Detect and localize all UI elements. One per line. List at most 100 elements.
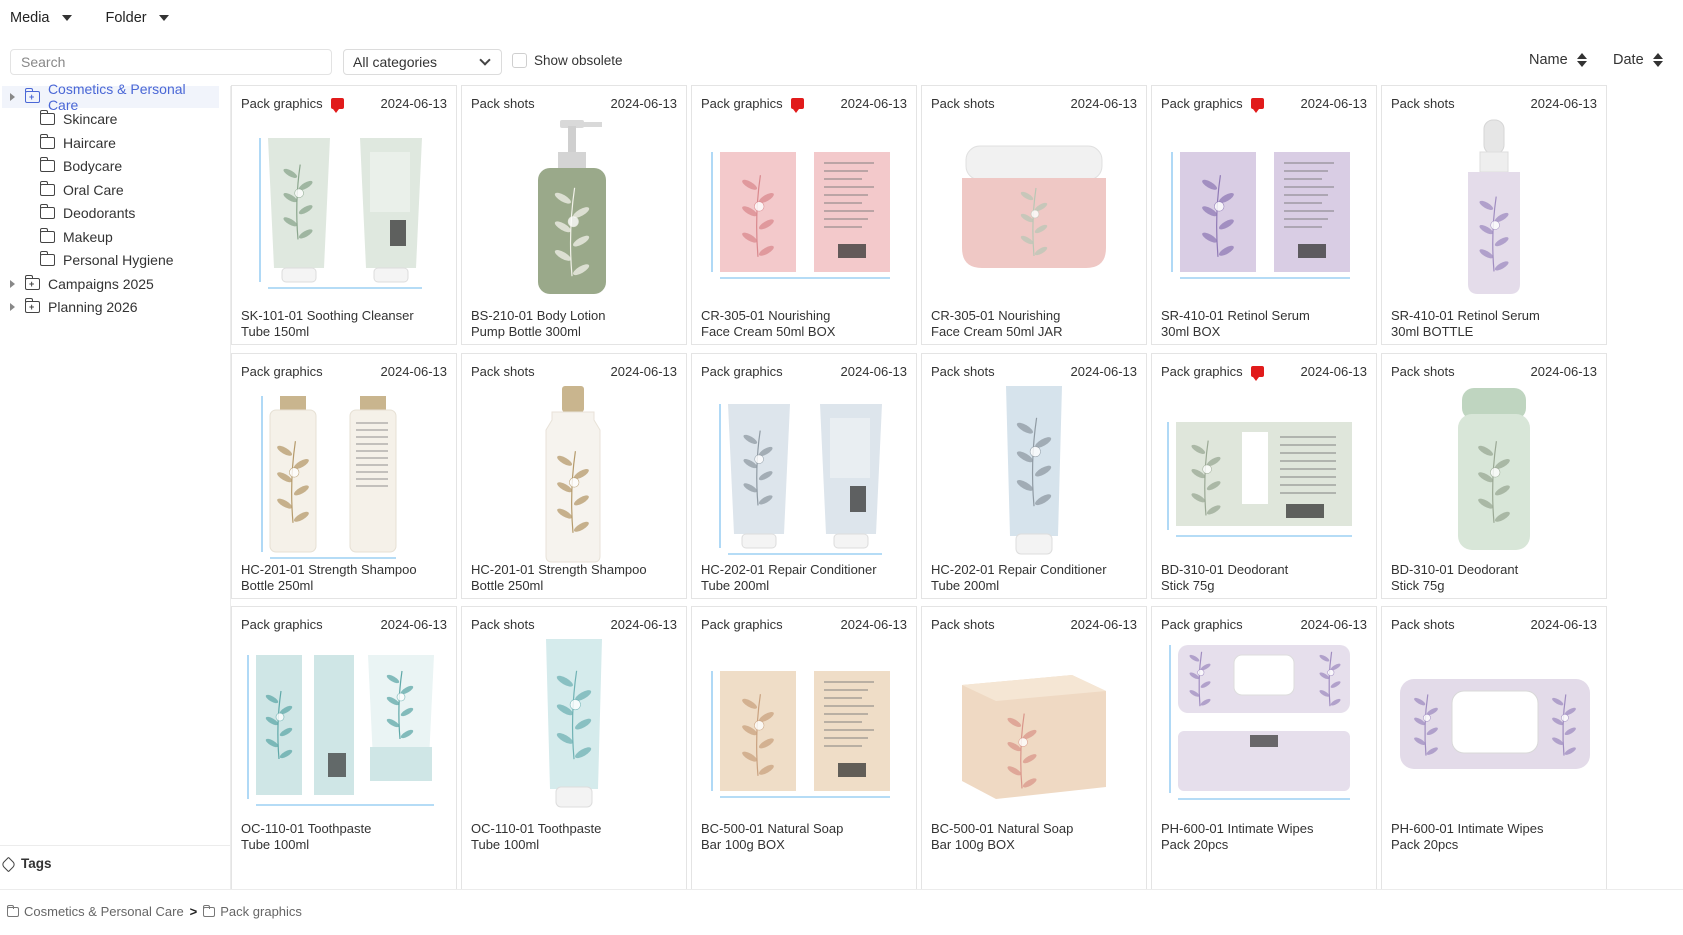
media-card[interactable]: Pack graphics 2024-06-13 SK-101-01 Soothin… bbox=[231, 85, 457, 345]
tags-section[interactable]: Tags bbox=[0, 845, 231, 889]
media-card[interactable]: Pack shots 2024-06-13 BC-500-01 Natural So… bbox=[921, 606, 1147, 889]
media-title: BD-310-01 Deodorant Stick 75g bbox=[1391, 562, 1600, 594]
media-card[interactable]: Pack shots 2024-06-13 OC-110-01 Toothpaste… bbox=[461, 606, 687, 889]
expand-arrow-icon[interactable] bbox=[10, 93, 15, 101]
media-thumbnail[interactable] bbox=[932, 635, 1136, 820]
media-thumbnail[interactable] bbox=[1162, 116, 1366, 301]
folder-group-icon: + bbox=[24, 275, 40, 290]
folder-sidebar: + Cosmetics & Personal Care Skincare Hairca… bbox=[0, 81, 231, 889]
comment-icon[interactable] bbox=[1250, 97, 1264, 113]
breadcrumb: Cosmetics & Personal Care > Pack graphic… bbox=[0, 889, 1683, 935]
product-thumbnail-image bbox=[962, 145, 1106, 268]
media-card[interactable]: Pack graphics 2024-06-13 HC-201-01 Strengt… bbox=[231, 353, 457, 599]
media-title: BC-500-01 Natural Soap Bar 100g BOX bbox=[701, 821, 910, 853]
media-title: PH-600-01 Intimate Wipes Pack 20pcs bbox=[1391, 821, 1600, 853]
expand-arrow-icon[interactable] bbox=[10, 303, 15, 311]
media-date: 2024-06-13 bbox=[380, 616, 448, 632]
sidebar-item-campaigns-2025[interactable]: + Campaigns 2025 bbox=[2, 273, 222, 295]
media-title-line: BS-210-01 Body Lotion bbox=[471, 308, 606, 323]
media-thumbnail[interactable] bbox=[242, 635, 446, 820]
media-card[interactable]: Pack shots 2024-06-13 SR-410-01 Retinol Se… bbox=[1381, 85, 1607, 345]
media-card[interactable]: Pack shots 2024-06-13 PH-600-01 Intimate W… bbox=[1381, 606, 1607, 889]
product-thumbnail-image bbox=[1169, 645, 1350, 800]
media-card[interactable]: Pack shots 2024-06-13 HC-201-01 Strength S… bbox=[461, 353, 687, 599]
media-card[interactable]: Pack graphics 2024-06-13 HC-202-01 Repair … bbox=[691, 353, 917, 599]
media-card[interactable]: Pack shots 2024-06-13 BD-310-01 Deodorant S… bbox=[1381, 353, 1607, 599]
media-date: 2024-06-13 bbox=[1530, 95, 1598, 111]
show-obsolete-checkbox[interactable] bbox=[512, 53, 527, 68]
media-thumbnail[interactable] bbox=[702, 116, 906, 301]
media-title: PH-600-01 Intimate Wipes Pack 20pcs bbox=[1161, 821, 1370, 853]
media-thumbnail[interactable] bbox=[1162, 635, 1366, 820]
media-thumbnail[interactable] bbox=[242, 382, 446, 567]
media-title-line: SK-101-01 Soothing Cleanser bbox=[241, 308, 414, 323]
sidebar-item-cosmetics-personal-care[interactable]: + Cosmetics & Personal Care bbox=[2, 81, 219, 113]
expand-arrow-icon[interactable] bbox=[10, 280, 15, 288]
sidebar-item-makeup[interactable]: Makeup bbox=[39, 226, 220, 248]
media-card[interactable]: Pack graphics 2024-06-13 BC-500-01 Natural… bbox=[691, 606, 917, 889]
media-menu-label: Media bbox=[10, 10, 50, 26]
media-subtitle-line: Bar 100g BOX bbox=[701, 837, 785, 852]
media-thumbnail[interactable] bbox=[1392, 382, 1596, 567]
search-input[interactable] bbox=[10, 49, 332, 75]
media-card[interactable]: Pack graphics 2024-06-13 PH-600-01 Intimat… bbox=[1151, 606, 1377, 889]
media-card[interactable]: Pack graphics 2024-06-13 CR-305-01 Nourish… bbox=[691, 85, 917, 345]
media-card-header: Pack graphics 2024-06-13 bbox=[1161, 95, 1367, 113]
media-card[interactable]: Pack shots 2024-06-13 CR-305-01 Nourishing… bbox=[921, 85, 1147, 345]
media-thumbnail[interactable] bbox=[472, 635, 676, 820]
sort-by-name-button[interactable]: Name bbox=[1529, 52, 1587, 68]
sidebar-item-bodycare[interactable]: Bodycare bbox=[39, 155, 220, 177]
sort-by-date-button[interactable]: Date bbox=[1613, 52, 1663, 68]
media-title: BD-310-01 Deodorant Stick 75g bbox=[1161, 562, 1370, 594]
folder-icon bbox=[39, 228, 55, 243]
folder-icon bbox=[39, 110, 55, 125]
media-thumbnail[interactable] bbox=[472, 116, 676, 301]
media-card[interactable]: Pack graphics 2024-06-13 OC-110-01 Toothpa… bbox=[231, 606, 457, 889]
folder-group-icon: + bbox=[24, 298, 40, 313]
media-card[interactable]: Pack graphics 2024-06-13 BD-310-01 Deodora… bbox=[1151, 353, 1377, 599]
folder-menu[interactable]: Folder bbox=[106, 10, 169, 26]
media-thumbnail[interactable] bbox=[702, 382, 906, 567]
media-card-header: Pack shots 2024-06-13 bbox=[1391, 616, 1597, 632]
media-category: Pack shots bbox=[931, 616, 995, 632]
media-thumbnail[interactable] bbox=[1162, 382, 1366, 567]
toolbar: All categories Show obsolete Name Date bbox=[0, 46, 1683, 78]
sidebar-item-skincare[interactable]: Skincare bbox=[39, 108, 220, 130]
media-card[interactable]: Pack shots 2024-06-13 HC-202-01 Repair Con… bbox=[921, 353, 1147, 599]
breadcrumb-item-root[interactable]: Cosmetics & Personal Care bbox=[6, 904, 184, 919]
media-date: 2024-06-13 bbox=[840, 616, 908, 632]
media-card-header: Pack graphics 2024-06-13 bbox=[241, 616, 447, 632]
product-thumbnail-image bbox=[1468, 119, 1520, 294]
media-card-header: Pack shots 2024-06-13 bbox=[1391, 363, 1597, 379]
comment-icon[interactable] bbox=[790, 97, 804, 113]
media-category: Pack shots bbox=[1391, 95, 1455, 111]
media-menu[interactable]: Media bbox=[10, 10, 72, 26]
media-thumbnail[interactable] bbox=[702, 635, 906, 820]
product-thumbnail-image bbox=[247, 655, 434, 806]
media-thumbnail[interactable] bbox=[1392, 635, 1596, 820]
media-thumbnail[interactable] bbox=[1392, 116, 1596, 301]
comment-icon[interactable] bbox=[330, 97, 344, 113]
product-thumbnail-image bbox=[1171, 152, 1350, 279]
media-card[interactable]: Pack shots 2024-06-13 BS-210-01 Body Lotio… bbox=[461, 85, 687, 345]
category-select[interactable]: All categories bbox=[343, 49, 502, 75]
media-subtitle-line: Tube 200ml bbox=[701, 578, 770, 593]
media-title: BS-210-01 Body Lotion Pump Bottle 300ml bbox=[471, 308, 680, 340]
sidebar-item-planning-2026[interactable]: + Planning 2026 bbox=[2, 296, 222, 318]
media-card-header: Pack graphics 2024-06-13 bbox=[1161, 616, 1367, 632]
breadcrumb-item-current[interactable]: Pack graphics bbox=[202, 904, 302, 919]
sidebar-item-personal-hygiene[interactable]: Personal Hygiene bbox=[39, 249, 220, 271]
sort-date-label: Date bbox=[1613, 52, 1644, 68]
media-thumbnail[interactable] bbox=[932, 382, 1136, 567]
media-card[interactable]: Pack graphics 2024-06-13 SR-410-01 Retinol… bbox=[1151, 85, 1377, 345]
comment-icon[interactable] bbox=[1250, 365, 1264, 381]
media-thumbnail[interactable] bbox=[932, 116, 1136, 301]
sidebar-item-haircare[interactable]: Haircare bbox=[39, 132, 220, 154]
media-date: 2024-06-13 bbox=[840, 95, 908, 111]
sidebar-item-deodorants[interactable]: Deodorants bbox=[39, 202, 220, 224]
sidebar-item-label: Skincare bbox=[63, 111, 118, 127]
sidebar-item-oral-care[interactable]: Oral Care bbox=[39, 179, 220, 201]
media-thumbnail[interactable] bbox=[242, 116, 446, 301]
media-title: HC-202-01 Repair Conditioner Tube 200ml bbox=[701, 562, 910, 594]
media-thumbnail[interactable] bbox=[472, 382, 676, 567]
